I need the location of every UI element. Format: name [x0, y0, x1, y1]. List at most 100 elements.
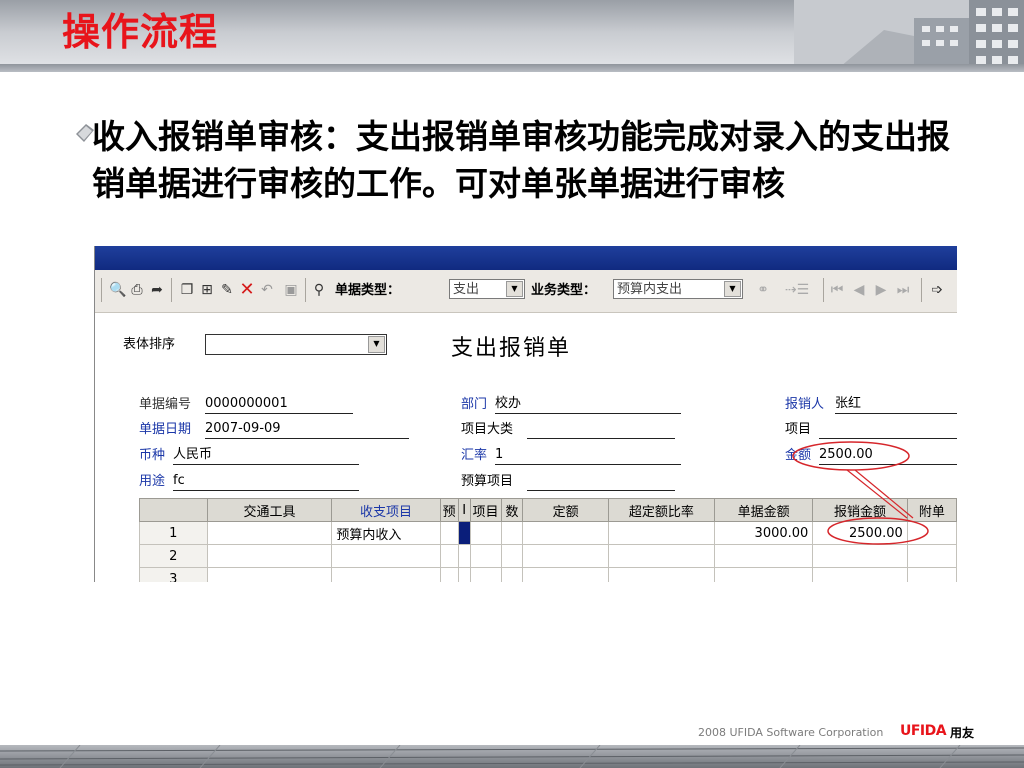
footer-graphic [0, 745, 1024, 768]
purpose-field[interactable]: fc [173, 472, 359, 491]
project-cat-label: 项目大类 [461, 422, 514, 437]
edit-icon[interactable]: ✎ [219, 282, 235, 298]
grid-cell[interactable] [439, 544, 459, 568]
grid-cell[interactable] [906, 544, 957, 568]
brand-logo-cn: 用友 [950, 726, 975, 740]
prev-record-icon[interactable]: ◀ [851, 282, 867, 298]
grid-cell[interactable] [439, 567, 459, 582]
find-icon[interactable]: ⚲ [311, 282, 327, 298]
grid-cell[interactable] [522, 544, 609, 568]
rate-field[interactable]: 1 [495, 446, 681, 465]
grid-cell[interactable] [206, 521, 333, 545]
dept-field[interactable]: 校办 [495, 395, 681, 414]
undo-icon[interactable]: ↶ [259, 282, 275, 298]
grid-cell[interactable] [906, 567, 957, 582]
reporter-label: 报销人 [785, 397, 825, 412]
window-titlebar [95, 246, 957, 270]
grid-cell[interactable] [812, 567, 908, 582]
grid-header-cell: 报销金额 [812, 498, 908, 522]
chevron-down-icon[interactable]: ▼ [724, 281, 741, 297]
budget-item-field[interactable] [527, 472, 675, 491]
grid-header-cell [139, 498, 208, 522]
grid-cell[interactable] [714, 567, 814, 582]
grid-cell[interactable] [812, 544, 908, 568]
table-row[interactable]: 3 [139, 567, 957, 582]
table-row[interactable]: 2 [139, 544, 957, 568]
biz-type-select[interactable]: 预算内支出 ▼ [613, 279, 743, 299]
grid-cell-selected[interactable] [457, 521, 471, 545]
toolbar-separator [823, 278, 824, 302]
print-preview-icon[interactable]: 🔍 [109, 282, 126, 298]
doc-type-value: 支出 [453, 282, 480, 297]
grid-header-cell: 单据金额 [714, 498, 814, 522]
grid-cell[interactable] [906, 521, 957, 545]
doc-type-label: 单据类型： [335, 283, 401, 298]
grid-cell[interactable]: 2500.00 [812, 521, 908, 545]
grid-cell[interactable] [331, 544, 441, 568]
grid-header-cell: 项目 [469, 498, 502, 522]
project-field[interactable] [819, 420, 957, 439]
forward-icon[interactable]: ➩ [929, 282, 945, 298]
budget-item-label: 预算项目 [461, 474, 514, 489]
grid-cell[interactable] [439, 521, 459, 545]
grid-header-cell: I [457, 498, 471, 522]
building-graphic [794, 0, 1024, 72]
first-record-icon[interactable]: ⏮ [829, 282, 845, 298]
last-record-icon[interactable]: ⏭ [895, 282, 911, 298]
header-shade [0, 64, 1024, 72]
save-icon[interactable]: ▣ [283, 282, 299, 298]
delete-icon[interactable]: ✕ [239, 281, 255, 299]
sort-select[interactable]: ▼ [205, 334, 387, 355]
doc-type-select[interactable]: 支出 ▼ [449, 279, 525, 299]
project-cat-field[interactable] [527, 420, 675, 439]
grid-cell[interactable] [607, 544, 716, 568]
grid-cell[interactable] [457, 567, 471, 582]
amount-label: 金额 [785, 448, 812, 463]
grid-header-cell: 预 [439, 498, 459, 522]
form-title: 支出报销单 [451, 336, 572, 361]
amount-field[interactable]: 2500.00 [819, 446, 957, 465]
currency-field[interactable]: 人民币 [173, 446, 359, 465]
toolbar-separator [921, 278, 922, 302]
chevron-down-icon[interactable]: ▼ [506, 281, 523, 297]
chevron-down-icon[interactable]: ▼ [368, 336, 385, 353]
brand-logo: UFIDA [900, 723, 947, 739]
grid-cell[interactable] [522, 567, 609, 582]
doc-no-field[interactable]: 0000000001 [205, 395, 353, 414]
grid-cell[interactable] [469, 544, 502, 568]
grid-cell[interactable] [500, 544, 524, 568]
slide-title: 操作流程 [62, 10, 219, 54]
app-screenshot: 🔍 ⎙ ➦ ❐ ⊞ ✎ ✕ ↶ ▣ ⚲ 单据类型： 支出 ▼ 业务类型： 预算内… [94, 246, 957, 582]
link-icon[interactable]: ⇢☰ [777, 282, 817, 298]
grid-cell[interactable] [714, 544, 814, 568]
print-icon[interactable]: ⎙ [129, 282, 145, 298]
dept-label: 部门 [461, 397, 488, 412]
toolbar-separator [305, 278, 306, 302]
detail-grid: 交通工具 收支项目 预 I 项目 数 定额 超定额比率 单据金额 报销金额 附单… [139, 498, 957, 582]
date-field[interactable]: 2007-09-09 [205, 420, 409, 439]
grid-cell[interactable] [500, 521, 524, 545]
grid-cell[interactable] [469, 521, 502, 545]
grid-cell[interactable] [607, 521, 716, 545]
attach-icon[interactable]: ⚭ [755, 282, 771, 298]
grid-cell[interactable] [607, 567, 716, 582]
grid-cell[interactable] [331, 567, 441, 582]
copy-icon[interactable]: ❐ [179, 282, 195, 298]
grid-header-cell: 收支项目 [331, 498, 441, 522]
reporter-field[interactable]: 张红 [835, 395, 957, 414]
grid-header-cell: 数 [500, 498, 524, 522]
grid-cell[interactable] [469, 567, 502, 582]
grid-cell[interactable] [206, 567, 333, 582]
grid-cell[interactable]: 预算内收入 [331, 521, 441, 545]
biz-type-value: 预算内支出 [617, 282, 683, 297]
next-record-icon[interactable]: ▶ [873, 282, 889, 298]
grid-cell[interactable]: 3000.00 [714, 521, 814, 545]
add-icon[interactable]: ⊞ [199, 282, 215, 298]
export-icon[interactable]: ➦ [149, 282, 165, 298]
sort-label: 表体排序 [123, 337, 176, 352]
grid-cell[interactable] [206, 544, 333, 568]
grid-cell[interactable] [500, 567, 524, 582]
grid-cell[interactable] [457, 544, 471, 568]
table-row[interactable]: 1 预算内收入 3000.00 2500.00 [139, 521, 957, 545]
grid-cell[interactable] [522, 521, 609, 545]
